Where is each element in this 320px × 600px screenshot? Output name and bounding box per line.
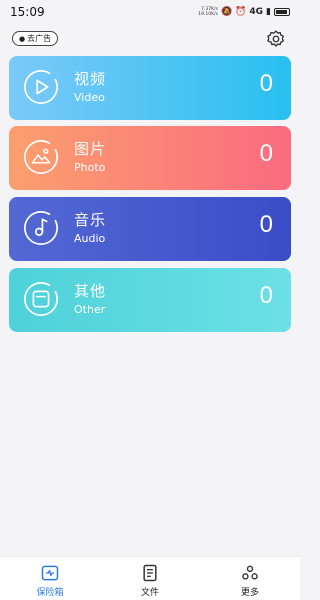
- category-count: 0: [259, 282, 273, 309]
- music-note-icon: [23, 210, 59, 246]
- more-icon: [242, 565, 258, 580]
- status-bar: 15:09 7.37K/s 19.10K/s 🔕 ⏰ 4G ▮: [0, 0, 300, 24]
- tab-files[interactable]: 文件: [100, 557, 200, 600]
- mute-icon: 🔕: [220, 7, 233, 17]
- speed-down: 19.10K/s: [198, 12, 218, 17]
- category-subtitle: Other: [74, 303, 106, 316]
- remove-ads-label: 去广告: [27, 34, 52, 43]
- category-count: 0: [259, 140, 273, 167]
- signal-icon: ▮: [266, 7, 271, 17]
- document-icon: [143, 564, 157, 582]
- tab-label: 文件: [140, 588, 159, 598]
- category-card-video[interactable]: 视频 Video 0: [9, 56, 291, 120]
- status-time: 15:09: [10, 5, 45, 19]
- category-card-audio[interactable]: 音乐 Audio 0: [9, 197, 291, 261]
- category-card-photo[interactable]: 图片 Photo 0: [9, 126, 291, 190]
- image-icon: [23, 139, 59, 175]
- play-circle-icon: [23, 69, 59, 105]
- category-title: 图片: [74, 140, 107, 158]
- tab-more[interactable]: 更多: [200, 557, 300, 600]
- category-count: 0: [259, 70, 273, 97]
- category-title: 视频: [74, 70, 107, 88]
- tab-vault[interactable]: 保险箱: [0, 557, 100, 600]
- category-count: 0: [259, 211, 273, 238]
- category-subtitle: Video: [74, 91, 105, 104]
- gear-icon[interactable]: [266, 29, 286, 49]
- network-speed: 7.37K/s 19.10K/s: [198, 7, 218, 17]
- person-icon: ●: [19, 34, 26, 43]
- status-icons: 7.37K/s 19.10K/s 🔕 ⏰ 4G ▮: [198, 7, 290, 17]
- bottom-nav: 保险箱 文件 更多: [0, 556, 300, 600]
- alarm-icon: ⏰: [235, 7, 247, 17]
- remove-ads-button[interactable]: ● 去广告: [12, 31, 59, 46]
- network-type: 4G: [249, 7, 264, 17]
- category-card-other[interactable]: 其他 Other 0: [9, 268, 291, 332]
- category-subtitle: Photo: [74, 161, 106, 174]
- top-bar: ● 去广告: [0, 28, 300, 50]
- category-title: 其他: [74, 282, 107, 300]
- category-subtitle: Audio: [74, 232, 106, 245]
- battery-icon: [274, 8, 290, 16]
- tab-label: 更多: [240, 588, 259, 598]
- folder-icon: [23, 281, 59, 317]
- tab-label: 保险箱: [36, 588, 64, 598]
- category-title: 音乐: [74, 211, 107, 229]
- vault-icon: [41, 565, 59, 581]
